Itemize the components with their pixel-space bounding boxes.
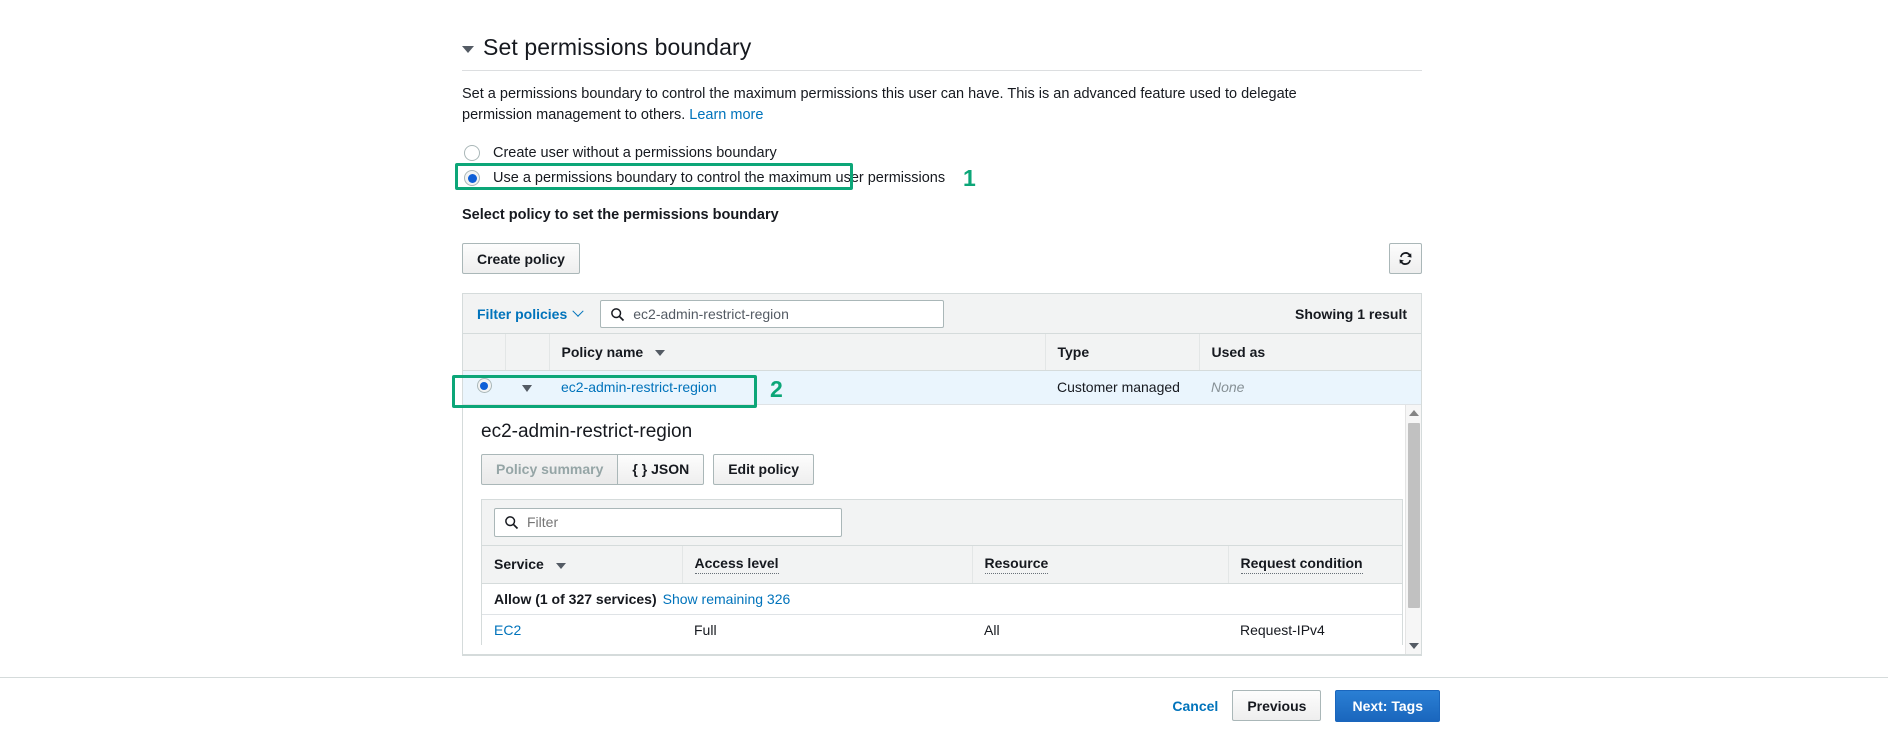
boundary-option-use-label: Use a permissions boundary to control th… bbox=[493, 170, 946, 186]
summary-col-resource-label: Resource bbox=[984, 555, 1049, 574]
refresh-button[interactable] bbox=[1389, 243, 1422, 274]
annotation-number-2: 2 bbox=[770, 376, 783, 402]
show-remaining-link[interactable]: Show remaining 326 bbox=[663, 591, 791, 607]
policy-toolbar: Create policy bbox=[462, 243, 1422, 274]
refresh-icon bbox=[1399, 252, 1412, 265]
caret-down-icon[interactable] bbox=[462, 46, 474, 53]
create-policy-button[interactable]: Create policy bbox=[462, 243, 580, 274]
page-title: Set permissions boundary bbox=[483, 34, 752, 60]
policy-row-name-cell[interactable]: ec2-admin-restrict-region bbox=[549, 370, 1045, 405]
summary-col-service-label: Service bbox=[494, 556, 544, 573]
sort-caret-icon bbox=[555, 562, 566, 569]
summary-resource-cell: All bbox=[984, 622, 1000, 638]
caret-down-icon[interactable] bbox=[522, 385, 532, 392]
scroll-down-arrow-icon[interactable] bbox=[1406, 638, 1421, 654]
description-text: Set a permissions boundary to control th… bbox=[462, 86, 1297, 123]
policy-col-expand bbox=[505, 334, 550, 371]
chevron-down-icon bbox=[572, 305, 584, 317]
policy-summary-search-box[interactable] bbox=[494, 507, 842, 537]
section-description: Set a permissions boundary to control th… bbox=[462, 84, 1362, 126]
summary-service-cell[interactable]: EC2 bbox=[482, 622, 682, 638]
scroll-up-arrow-icon[interactable] bbox=[1406, 405, 1421, 421]
wizard-footer: Cancel Previous Next: Tags bbox=[0, 677, 1888, 733]
section-header[interactable]: Set permissions boundary bbox=[462, 34, 1422, 61]
policy-col-type: Type bbox=[1045, 334, 1200, 371]
scrollbar-thumb[interactable] bbox=[1408, 422, 1420, 608]
boundary-option-none-label: Create user without a permissions bounda… bbox=[493, 145, 777, 161]
allow-summary-row: Allow (1 of 327 services) Show remaining… bbox=[482, 584, 1402, 615]
policy-search-input[interactable] bbox=[631, 300, 944, 327]
policy-filter-bar: Filter policies Showing 1 result bbox=[463, 294, 1421, 334]
table-row[interactable]: ec2-admin-restrict-region Customer manag… bbox=[463, 370, 1421, 405]
policy-name-link[interactable]: ec2-admin-restrict-region bbox=[561, 379, 717, 395]
summary-col-service[interactable]: Service bbox=[482, 545, 683, 584]
detail-scrollbar[interactable] bbox=[1405, 404, 1421, 654]
permissions-boundary-page: Set permissions boundary Set a permissio… bbox=[0, 0, 1888, 733]
policy-summary-panel: Service Access level Resource bbox=[481, 498, 1403, 645]
policy-table: Policy name Type Used as ec2-admin-restr… bbox=[463, 334, 1421, 405]
showing-results-text: Showing 1 result bbox=[1294, 305, 1407, 322]
previous-button[interactable]: Previous bbox=[1232, 690, 1322, 721]
policy-summary-filter-bar bbox=[482, 499, 1402, 546]
learn-more-link[interactable]: Learn more bbox=[689, 107, 763, 123]
summary-col-access-level-label: Access level bbox=[694, 555, 779, 574]
select-policy-label: Select policy to set the permissions bou… bbox=[462, 207, 779, 223]
policy-row-used-as-cell: None bbox=[1199, 370, 1421, 405]
filter-policies-label: Filter policies bbox=[477, 305, 568, 322]
policy-col-select bbox=[463, 334, 506, 371]
policy-detail-tabs: Policy summary { } JSON Edit policy bbox=[481, 453, 1403, 485]
policy-summary-table: Service Access level Resource Request co… bbox=[482, 545, 1402, 584]
radio-selected-icon[interactable] bbox=[476, 378, 492, 393]
summary-request-condition-cell: Request-IPv4 bbox=[1240, 622, 1325, 638]
policy-row-expand-cell[interactable] bbox=[505, 370, 549, 405]
table-row[interactable]: EC2 Full All Request-IPv4 bbox=[482, 615, 1402, 645]
search-icon bbox=[505, 515, 519, 529]
allow-summary-text: Allow (1 of 327 services) bbox=[494, 591, 657, 607]
next-tags-button[interactable]: Next: Tags bbox=[1335, 689, 1440, 722]
boundary-option-use[interactable]: Use a permissions boundary to control th… bbox=[462, 166, 1422, 190]
boundary-options-group: Create user without a permissions bounda… bbox=[462, 141, 1422, 190]
set-permissions-boundary-section: Set permissions boundary Set a permissio… bbox=[462, 34, 1422, 656]
policy-detail-panel: ec2-admin-restrict-region Policy summary… bbox=[463, 404, 1421, 655]
policy-detail-title: ec2-admin-restrict-region bbox=[481, 420, 693, 442]
search-icon bbox=[611, 307, 625, 321]
policy-col-name[interactable]: Policy name bbox=[549, 334, 1046, 371]
policy-summary-filter-input[interactable] bbox=[525, 508, 841, 536]
summary-access-level-cell: Full bbox=[694, 622, 717, 638]
summary-col-access-level: Access level bbox=[682, 545, 973, 584]
policy-row-type-cell: Customer managed bbox=[1045, 370, 1199, 405]
policy-col-name-label: Policy name bbox=[561, 343, 644, 360]
policy-table-panel: Filter policies Showing 1 result bbox=[462, 293, 1422, 656]
summary-col-request-condition-label: Request condition bbox=[1240, 555, 1363, 574]
edit-policy-button[interactable]: Edit policy bbox=[713, 453, 814, 485]
section-divider bbox=[462, 70, 1422, 71]
cancel-button[interactable]: Cancel bbox=[1172, 698, 1218, 714]
filter-policies-dropdown[interactable]: Filter policies bbox=[477, 305, 584, 322]
radio-unselected-icon[interactable] bbox=[464, 145, 480, 161]
boundary-option-none[interactable]: Create user without a permissions bounda… bbox=[462, 141, 1422, 165]
policy-table-header-row: Policy name Type Used as bbox=[463, 334, 1421, 371]
summary-col-request-condition: Request condition bbox=[1228, 545, 1402, 584]
policy-search-box[interactable] bbox=[600, 299, 945, 328]
policy-summary-header-row: Service Access level Resource Request co… bbox=[482, 545, 1402, 584]
policy-col-used-as: Used as bbox=[1199, 334, 1421, 371]
annotation-number-1: 1 bbox=[963, 165, 976, 191]
sort-caret-icon bbox=[655, 350, 666, 357]
tab-policy-summary[interactable]: Policy summary bbox=[481, 453, 619, 485]
summary-col-resource: Resource bbox=[972, 545, 1229, 584]
policy-view-toggle: Policy summary { } JSON bbox=[481, 453, 705, 485]
policy-row-select-cell[interactable] bbox=[463, 370, 505, 405]
tab-json[interactable]: { } JSON bbox=[617, 453, 705, 485]
radio-selected-icon[interactable] bbox=[464, 170, 480, 186]
